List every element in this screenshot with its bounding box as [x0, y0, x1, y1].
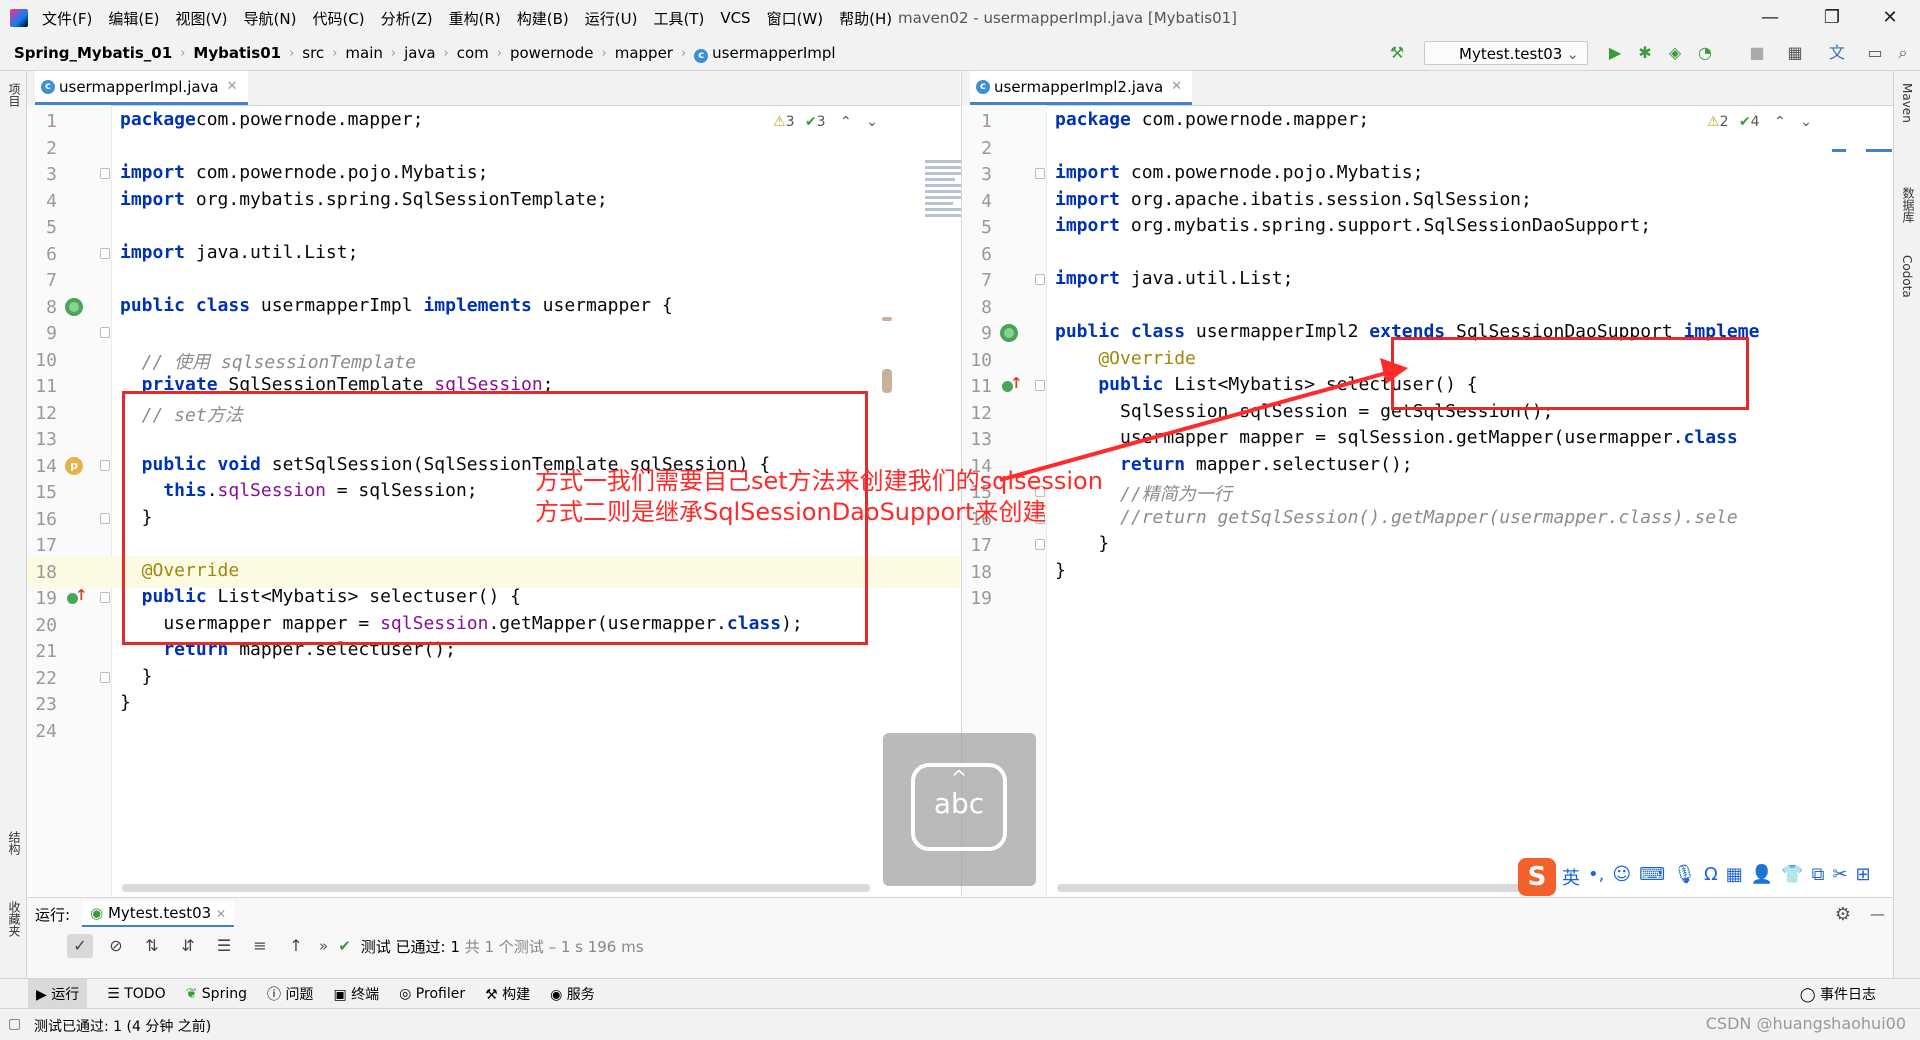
run-icon: ▶ [36, 986, 52, 1003]
settings-gear-icon[interactable]: ⚙ [1835, 904, 1851, 925]
test-result-text: 测试 已通过: 1 共 1 个测试 – 1 s 196 ms [360, 937, 644, 956]
tools-icon[interactable]: ⧉ [1812, 864, 1825, 890]
run-tab-label: Mytest.test03 [107, 904, 212, 922]
sort-duration-button[interactable]: ⇵ [175, 934, 201, 958]
run-tool-window: 运行: ◉ Mytest.test03 ✕ ⚙ — ✓ ⊘ ⇅ ⇵ ☰ ≡ ↑ … [27, 897, 1893, 978]
emoji-icon[interactable]: ☺ [1612, 864, 1631, 890]
show-ignored-button[interactable]: ⊘ [103, 934, 129, 958]
language-toggle[interactable]: 英 [1562, 864, 1580, 890]
ime-toolbar[interactable]: S 英 •, ☺ ⌨ 🎙 Ω ▦ 👤 👕 ⧉ ✂ ⊞ [1518, 858, 1893, 896]
list-icon: ☰ [107, 985, 125, 1002]
run-tab[interactable]: ◉ Mytest.test03 ✕ [82, 901, 235, 927]
info-icon: ⓘ [266, 986, 286, 1003]
spring-leaf-icon: ❦ [185, 985, 202, 1002]
run-label: 运行: [35, 905, 71, 924]
sort-alpha-button[interactable]: ⇅ [139, 934, 165, 958]
grid-keyboard-icon[interactable]: ▦ [1726, 864, 1743, 890]
status-icon: ▢ [8, 1016, 22, 1032]
services-icon: ◉ [550, 986, 567, 1003]
input-mode-label: abc [933, 787, 985, 820]
previous-failed-button[interactable]: ↑ [283, 934, 309, 958]
sogou-logo-icon: S [1518, 858, 1556, 896]
collapse-all-button[interactable]: ≡ [247, 934, 273, 958]
expand-all-button[interactable]: ☰ [211, 934, 237, 958]
show-passed-button[interactable]: ✓ [67, 934, 93, 958]
caret-up-icon: ^ [950, 766, 968, 790]
tool-tab-problems[interactable]: ⓘ 问题 [267, 984, 313, 1004]
settings-icon[interactable]: ✂ [1832, 864, 1847, 890]
tool-tab-services[interactable]: ◉ 服务 [550, 984, 595, 1004]
more-icon[interactable]: ⊞ [1856, 864, 1871, 890]
tool-tab-terminal[interactable]: ▣ 终端 [333, 984, 379, 1004]
headset-icon[interactable]: Ω [1704, 864, 1718, 890]
keyboard-icon: ^ abc [911, 763, 1007, 851]
microphone-icon[interactable]: 🎙 [1673, 864, 1696, 890]
tool-tab-profiler[interactable]: ◎ Profiler [399, 986, 465, 1002]
event-log-button[interactable]: ◯ 事件日志 [1800, 984, 1876, 1004]
tool-tab-spring[interactable]: ❦ Spring [186, 986, 247, 1002]
tool-window-bar: ▶ 运行 ☰ TODO ❦ Spring ⓘ 问题 ▣ 终端 ◎ Profile… [0, 978, 1920, 1009]
hammer-icon: ⚒ [485, 986, 503, 1003]
status-text: 测试已通过: 1 (4 分钟 之前) [34, 1019, 212, 1035]
annotation-line-1: 方式一我们需要自己set方法来创建我们的sqlsession [535, 467, 1103, 495]
tool-tab-todo[interactable]: ☰ TODO [107, 986, 165, 1002]
test-icon: ◉ [90, 904, 104, 922]
terminal-icon: ▣ [333, 986, 352, 1003]
skin-icon[interactable]: 👕 [1781, 864, 1803, 890]
close-tab-icon[interactable]: ✕ [216, 907, 226, 921]
keyboard-icon[interactable]: ⌨ [1639, 864, 1665, 890]
profiler-icon: ◎ [399, 985, 416, 1002]
more-icon[interactable]: » [319, 937, 328, 955]
punctuation-toggle[interactable]: •, [1588, 864, 1604, 890]
watermark: CSDN @huangshaohui00 [1705, 1014, 1906, 1033]
event-log-icon: ◯ [1799, 986, 1820, 1003]
tool-tab-build[interactable]: ⚒ 构建 [485, 984, 530, 1004]
tool-tab-run[interactable]: ▶ 运行 [28, 978, 88, 1009]
user-icon[interactable]: 👤 [1751, 864, 1773, 890]
input-mode-overlay: ^ abc [883, 733, 1036, 886]
passed-check-icon: ✔ [338, 937, 351, 955]
hide-icon[interactable]: — [1870, 905, 1885, 923]
status-bar: ▢ 测试已通过: 1 (4 分钟 之前) CSDN @huangshaohui0… [0, 1008, 1920, 1040]
annotation-line-2: 方式二则是继承SqlSessionDaoSupport来创建 [535, 498, 1047, 526]
